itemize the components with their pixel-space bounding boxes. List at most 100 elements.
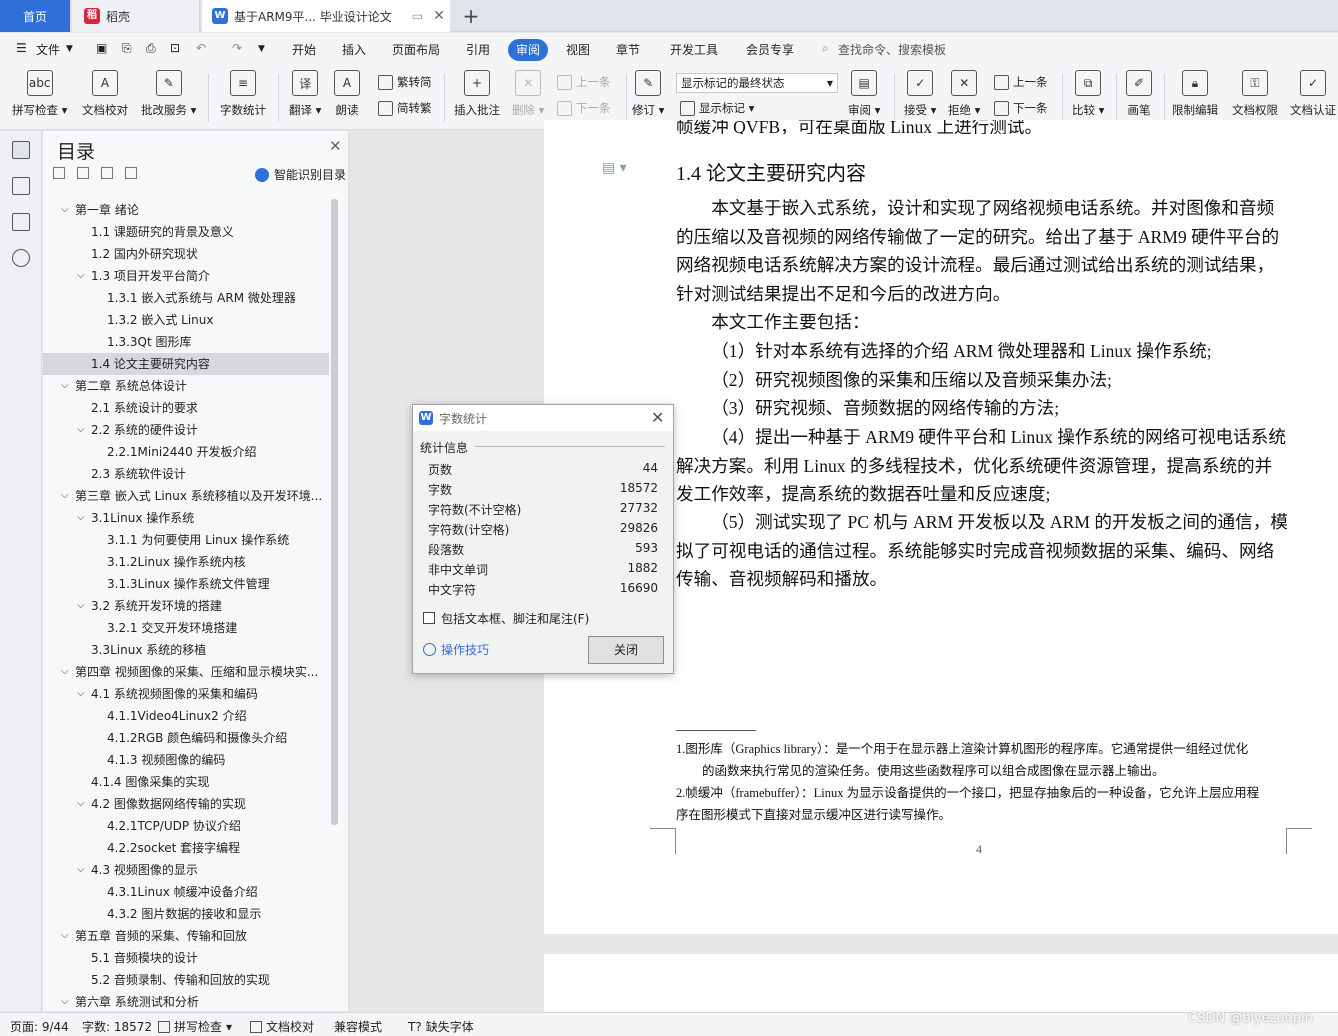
close-button[interactable]: 关闭 <box>588 636 664 664</box>
spell-check-status[interactable]: 拼写检查 ▾ <box>158 1018 232 1035</box>
compare-button[interactable]: ⧉ 比较 ▾ <box>1072 70 1104 118</box>
toc-item[interactable]: 1.2 国内外研究现状 <box>43 243 329 265</box>
toc-item[interactable]: ⌵ 第三章 嵌入式 Linux 系统移植以及开发环境... <box>43 485 329 507</box>
toc-item[interactable]: ⌵ 1.3 项目开发平台简介 <box>43 265 329 287</box>
include-textbox-checkbox[interactable] <box>423 612 435 624</box>
menu-start[interactable]: 开始 <box>292 41 316 58</box>
document-page-next[interactable] <box>544 954 1338 1014</box>
toc-item[interactable]: 3.1.1 为何要使用 Linux 操作系统 <box>43 529 329 551</box>
toc-item[interactable]: 4.3.1Linux 帧缓冲设备介绍 <box>43 881 329 903</box>
toc-item[interactable]: 2.1 系统设计的要求 <box>43 397 329 419</box>
spell-check-button[interactable]: abc 拼写检查 ▾ <box>12 70 67 118</box>
tab-document[interactable]: W 基于ARM9平... 毕业设计论文 ▭ ✕ <box>202 0 450 32</box>
redo-icon[interactable]: ↷ <box>232 41 242 55</box>
chevron-down-icon[interactable]: ⌵ <box>77 419 85 441</box>
review-pane-button[interactable]: ▤ 审阅 ▾ <box>848 70 880 118</box>
quick-access-dropdown-icon[interactable]: ▼ <box>258 44 265 54</box>
annotate-service-button[interactable]: ✎ 批改服务 ▾ <box>141 70 196 118</box>
delete-comment-button[interactable]: ✕ 删除 ▾ <box>512 70 544 118</box>
chevron-down-icon[interactable]: ⌵ <box>77 683 85 705</box>
remove-heading-icon[interactable] <box>125 167 137 179</box>
chevron-down-icon[interactable]: ⌵ <box>77 507 85 529</box>
menu-member[interactable]: 会员专享 <box>746 41 794 58</box>
toc-item[interactable]: 1.3.2 嵌入式 Linux <box>43 309 329 331</box>
chevron-down-icon[interactable]: ⌵ <box>61 925 69 947</box>
toc-item[interactable]: ⌵ 第一章 绪论 <box>43 199 329 221</box>
insert-comment-button[interactable]: + 插入批注 <box>454 70 500 118</box>
toc-item[interactable]: 4.1.1Video4Linux2 介绍 <box>43 705 329 727</box>
tab-close-icon[interactable]: ✕ <box>433 8 445 24</box>
toc-nav-icon[interactable] <box>12 141 30 159</box>
toc-item[interactable]: 1.4 论文主要研究内容 <box>43 353 329 375</box>
chevron-down-icon[interactable]: ▼ <box>66 44 73 54</box>
missing-font-status[interactable]: T? 缺失字体 <box>408 1018 474 1035</box>
toc-item[interactable]: 5.1 音频模块的设计 <box>43 947 329 969</box>
print-preview-icon[interactable]: ⊡ <box>170 41 180 55</box>
chapter-nav-icon[interactable] <box>12 177 30 195</box>
chevron-down-icon[interactable]: ⌵ <box>77 859 85 881</box>
tab-home[interactable]: 首页 <box>0 0 70 32</box>
word-count-button[interactable]: ≡ 字数统计 <box>220 70 266 118</box>
toc-item[interactable]: ⌵ 2.2 系统的硬件设计 <box>43 419 329 441</box>
prev-change-button[interactable]: 上一条 <box>994 74 1048 90</box>
menu-reference[interactable]: 引用 <box>466 41 490 58</box>
command-search-input[interactable]: 查找命令、搜索模板 <box>838 41 946 58</box>
menu-review[interactable]: 审阅 <box>508 39 548 61</box>
toc-item[interactable]: 4.3.2 图片数据的接收和显示 <box>43 903 329 925</box>
toc-item[interactable]: 3.1.2Linux 操作系统内核 <box>43 551 329 573</box>
toc-item[interactable]: 4.2.1TCP/UDP 协议介绍 <box>43 815 329 837</box>
tab-daoke[interactable]: 稻 稻壳 <box>72 0 200 32</box>
chevron-down-icon[interactable]: ⌵ <box>77 793 85 815</box>
menu-file[interactable]: 文件 <box>36 41 60 58</box>
collapse-all-icon[interactable] <box>53 167 65 179</box>
trad-to-simp-button[interactable]: 繁转简 <box>378 74 432 90</box>
toc-scrollbar[interactable] <box>331 199 338 825</box>
save-icon[interactable]: ▣ <box>96 41 107 55</box>
reject-button[interactable]: ✕ 拒绝 ▾ <box>948 70 980 118</box>
toc-item[interactable]: 1.1 课题研究的背景及意义 <box>43 221 329 243</box>
toc-item[interactable]: 1.3.1 嵌入式系统与 ARM 微处理器 <box>43 287 329 309</box>
menu-devtools[interactable]: 开发工具 <box>670 41 718 58</box>
menu-layout[interactable]: 页面布局 <box>392 41 440 58</box>
toc-item[interactable]: 3.1.3Linux 操作系统文件管理 <box>43 573 329 595</box>
toc-item[interactable]: 5.2 音频录制、传输和回放的实现 <box>43 969 329 991</box>
toc-item[interactable]: ⌵ 3.2 系统开发环境的搭建 <box>43 595 329 617</box>
hamburger-icon[interactable]: ☰ <box>16 41 27 55</box>
toc-item[interactable]: 3.3Linux 系统的移植 <box>43 639 329 661</box>
next-change-button[interactable]: 下一条 <box>994 100 1048 116</box>
doc-proofread-button[interactable]: A 文档校对 <box>82 70 128 118</box>
toc-item[interactable]: ⌵ 3.1Linux 操作系统 <box>43 507 329 529</box>
simp-to-trad-button[interactable]: 简转繁 <box>378 100 432 116</box>
paragraph-menu-icon[interactable]: ▤ ▾ <box>602 160 627 176</box>
markup-display-select[interactable]: 显示标记的最终状态 ▼ <box>676 73 838 93</box>
chevron-down-icon[interactable]: ⌵ <box>61 661 69 683</box>
toc-item[interactable]: 4.2.2socket 套接字编程 <box>43 837 329 859</box>
show-markup-button[interactable]: 显示标记 ▾ <box>680 100 754 116</box>
word-count-indicator[interactable]: 字数: 18572 <box>82 1018 152 1035</box>
print-icon[interactable]: ⎙ <box>146 41 156 56</box>
dialog-titlebar[interactable]: W 字数统计 <box>413 405 673 431</box>
doc-rights-button[interactable]: ⚿ 文档权限 <box>1232 70 1278 118</box>
toc-item[interactable]: ⌵ 第二章 系统总体设计 <box>43 375 329 397</box>
toc-item[interactable]: 4.1.2RGB 颜色编码和摄像头介绍 <box>43 727 329 749</box>
export-icon[interactable]: ⎘ <box>122 41 132 56</box>
add-heading-icon[interactable] <box>101 167 113 179</box>
close-icon[interactable]: ✕ <box>651 408 664 427</box>
toc-item[interactable]: 4.1.4 图像采集的实现 <box>43 771 329 793</box>
toc-item[interactable]: 3.2.1 交叉开发环境搭建 <box>43 617 329 639</box>
read-aloud-button[interactable]: A 朗读 <box>334 70 360 118</box>
toc-item[interactable]: ⌵ 4.1 系统视频图像的采集和编码 <box>43 683 329 705</box>
toc-item[interactable]: ⌵ 第五章 音频的采集、传输和回放 <box>43 925 329 947</box>
compat-mode[interactable]: 兼容模式 <box>334 1018 382 1035</box>
translate-button[interactable]: 译翻译 ▾ <box>289 70 321 118</box>
tab-pin-icon[interactable]: ▭ <box>412 9 423 23</box>
menu-chapter[interactable]: 章节 <box>616 41 640 58</box>
chevron-down-icon[interactable]: ⌵ <box>77 265 85 287</box>
undo-icon[interactable]: ↶ <box>196 41 206 55</box>
toc-item[interactable]: ⌵ 4.3 视频图像的显示 <box>43 859 329 881</box>
chevron-down-icon[interactable]: ⌵ <box>61 199 69 221</box>
toc-item[interactable]: 2.3 系统软件设计 <box>43 463 329 485</box>
toc-item[interactable]: 4.1.3 视频图像的编码 <box>43 749 329 771</box>
chevron-down-icon[interactable]: ⌵ <box>77 595 85 617</box>
toc-item[interactable]: ⌵ 第四章 视频图像的采集、压缩和显示模块实... <box>43 661 329 683</box>
